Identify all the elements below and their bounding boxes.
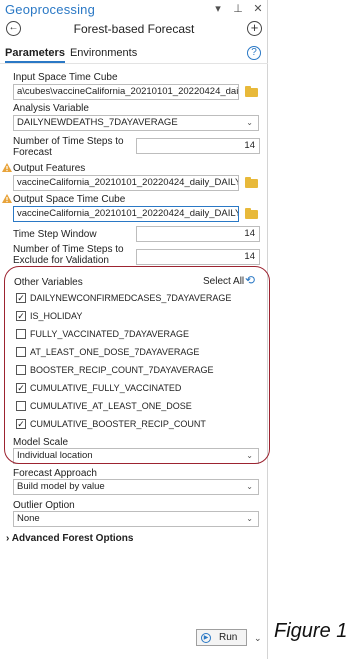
pane-titlebar: Geoprocessing ▾ ⊥ ✕	[0, 0, 268, 19]
input-cube-field[interactable]: a\cubes\vaccineCalifornia_20210101_20220…	[13, 84, 239, 100]
chevron-down-icon: ⌄	[246, 482, 253, 491]
tool-header: ← Forest-based Forecast +	[0, 19, 268, 41]
tab-bar: Parameters Environments	[5, 47, 137, 63]
help-icon[interactable]: ?	[247, 46, 261, 60]
outlier-option-value: None	[17, 513, 40, 524]
pin-icon[interactable]: ⊥	[232, 2, 244, 16]
chevron-down-icon: ⌄	[246, 118, 253, 127]
folder-icon[interactable]	[245, 208, 258, 219]
forecast-approach-label: Forecast Approach	[13, 468, 97, 479]
analysis-variable-label: Analysis Variable	[13, 103, 89, 114]
chevron-down-icon: ⌄	[246, 514, 253, 523]
chevron-down-icon[interactable]: ▾	[212, 2, 224, 16]
analysis-variable-select[interactable]: DAILYNEWDEATHS_7DAYAVERAGE ⌄	[13, 115, 259, 131]
time-step-window-label: Time Step Window	[13, 229, 97, 240]
forecast-steps-input[interactable]: 14	[136, 138, 260, 154]
advanced-forest-options-toggle[interactable]: › Advanced Forest Options	[6, 533, 133, 544]
plus-icon: +	[250, 20, 259, 35]
run-button[interactable]: ▶ Run	[196, 629, 247, 646]
folder-icon[interactable]	[245, 86, 258, 97]
add-button[interactable]: +	[247, 21, 262, 36]
advanced-forest-options-label: Advanced Forest Options	[11, 533, 134, 544]
figure-caption: Figure 1	[274, 620, 348, 642]
tab-parameters[interactable]: Parameters	[5, 47, 65, 63]
run-label: Run	[219, 632, 238, 643]
forecast-approach-value: Build model by value	[17, 481, 105, 492]
tool-title: Forest-based Forecast	[73, 22, 195, 36]
analysis-variable-value: DAILYNEWDEATHS_7DAYAVERAGE	[17, 117, 178, 128]
warning-icon	[2, 194, 12, 203]
run-options-chevron-icon[interactable]: ⌄	[254, 633, 262, 644]
folder-icon[interactable]	[245, 177, 258, 188]
outlier-option-label: Outlier Option	[13, 500, 75, 511]
output-features-field[interactable]: vaccineCalifornia_20210101_20220424_dail…	[13, 175, 239, 191]
app-title: Geoprocessing	[5, 2, 96, 17]
tab-divider	[0, 63, 268, 64]
warning-icon	[2, 163, 12, 172]
highlight-box	[4, 266, 270, 464]
tab-environments[interactable]: Environments	[70, 47, 137, 63]
time-step-window-input[interactable]: 14	[136, 226, 260, 242]
input-cube-label: Input Space Time Cube	[13, 72, 118, 83]
output-cube-field[interactable]: vaccineCalifornia_20210101_20220424_dail…	[13, 206, 239, 222]
play-icon: ▶	[201, 632, 211, 643]
exclude-steps-label: Number of Time Steps to Exclude for Vali…	[13, 244, 124, 266]
output-features-label: Output Features	[13, 163, 86, 174]
titlebar-icons: ▾ ⊥ ✕	[212, 2, 264, 16]
exclude-steps-input[interactable]: 14	[136, 249, 260, 265]
output-cube-label: Output Space Time Cube	[13, 194, 126, 205]
outlier-option-select[interactable]: None ⌄	[13, 511, 259, 527]
forecast-approach-select[interactable]: Build model by value ⌄	[13, 479, 259, 495]
close-icon[interactable]: ✕	[252, 2, 264, 16]
forecast-steps-label: Number of Time Steps to Forecast	[13, 136, 124, 158]
chevron-right-icon: ›	[6, 533, 10, 544]
